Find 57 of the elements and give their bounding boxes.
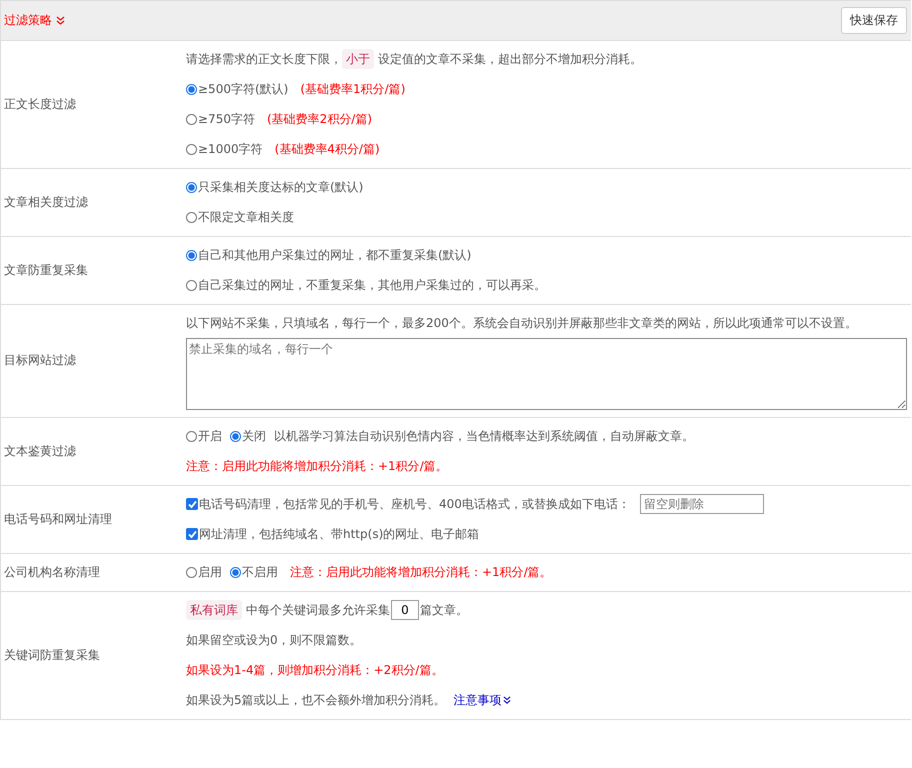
radio-option[interactable]: 自己和其他用户采集过的网址，都不重复采集(默认) (186, 240, 472, 270)
row-label: 关键词防重复采集 (3, 646, 101, 664)
checkbox-option[interactable]: 网址清理，包括纯域名、带http(s)的网址、电子邮箱 (186, 519, 480, 549)
radio-button[interactable] (186, 212, 197, 222)
radio-option[interactable]: 自己采集过的网址，不重复采集，其他用户采集过的，可以再采。 (186, 270, 546, 300)
checkbox[interactable] (186, 528, 198, 540)
row-label: 文章相关度过滤 (3, 194, 89, 210)
row-label: 电话号码和网址清理 (3, 510, 113, 528)
radio-button[interactable] (186, 280, 197, 290)
row-label: 文章防重复采集 (3, 262, 89, 278)
radio-button[interactable] (186, 250, 197, 260)
radio-button[interactable] (186, 430, 197, 442)
radio-button[interactable] (230, 566, 241, 578)
domain-textarea[interactable]: 禁止采集的域名，每行一个 (186, 338, 907, 410)
radio-option[interactable]: 开启 (186, 421, 222, 451)
row-label: 正文长度过滤 (3, 96, 77, 112)
notice-text: (基础费率2积分/篇) (266, 111, 372, 128)
description-text: 请选择需求的正文长度下限， (186, 51, 342, 68)
notice-text: 如果设为1-4篇，则增加积分消耗：+2积分/篇。 (186, 662, 444, 679)
radio-button[interactable] (186, 566, 197, 578)
description-text: 如果留空或设为0，则不限篇数。 (186, 632, 362, 649)
count-input-field[interactable]: 0 (391, 600, 419, 620)
radio-button[interactable] (186, 144, 197, 154)
quick-save-button[interactable]: 快速保存 (841, 7, 907, 34)
radio-option[interactable]: 不限定文章相关度 (186, 202, 294, 232)
notice-text: (基础费率1积分/篇) (300, 81, 406, 98)
description-text: 以下网站不采集，只填域名，每行一个，最多200个。系统会自动识别并屏蔽那些非文章类的网站，所以此项通常可以不设置。 (186, 315, 857, 332)
phone-input-field[interactable]: 留空则删除 (640, 494, 764, 514)
radio-option[interactable]: 关闭 (230, 421, 266, 451)
notice-text: 注意：启用此功能将增加积分消耗：+1积分/篇。 (290, 564, 552, 581)
radio-option[interactable]: 启用 (186, 557, 222, 587)
radio-button[interactable] (186, 182, 197, 192)
checkbox[interactable] (186, 498, 198, 510)
description-text: 以机器学习算法自动识别色情内容，当色情概率达到系统阈值，自动屏蔽文章。 (274, 428, 694, 445)
code-tag: 小于 (342, 49, 374, 69)
radio-option[interactable]: 只采集相关度达标的文章(默认) (186, 172, 364, 202)
notice-text: (基础费率4积分/篇) (274, 141, 380, 158)
row-label: 目标网站过滤 (3, 352, 77, 369)
radio-button[interactable] (230, 430, 241, 442)
radio-button[interactable] (186, 84, 197, 94)
row-label: 公司机构名称清理 (3, 564, 101, 580)
radio-option[interactable]: 不启用 (230, 557, 278, 587)
description-text: 篇文章。 (420, 602, 468, 619)
double-chevron-down-icon (502, 696, 511, 704)
notice-text: 注意：启用此功能将增加积分消耗：+1积分/篇。 (186, 458, 448, 475)
description-text: 如果设为5篇或以上，也不会额外增加积分消耗。 (186, 692, 446, 709)
checkbox-option[interactable]: 电话号码清理，包括常见的手机号、座机号、400电话格式，或替换成如下电话： (186, 489, 630, 519)
radio-button[interactable] (186, 114, 197, 124)
row-label: 文本鉴黄过滤 (3, 442, 77, 460)
description-text: 设定值的文章不采集，超出部分不增加积分消耗。 (378, 51, 642, 68)
code-tag: 私有词库 (186, 600, 242, 620)
description-text: 中每个关键词最多允许采集 (246, 602, 390, 619)
double-chevron-down-icon (56, 16, 65, 25)
radio-option[interactable]: ≥500字符(默认) (186, 74, 288, 104)
notes-link[interactable]: 注意事项 (454, 685, 511, 715)
radio-option[interactable]: ≥1000字符 (186, 134, 263, 164)
radio-option[interactable]: ≥750字符 (186, 104, 255, 134)
